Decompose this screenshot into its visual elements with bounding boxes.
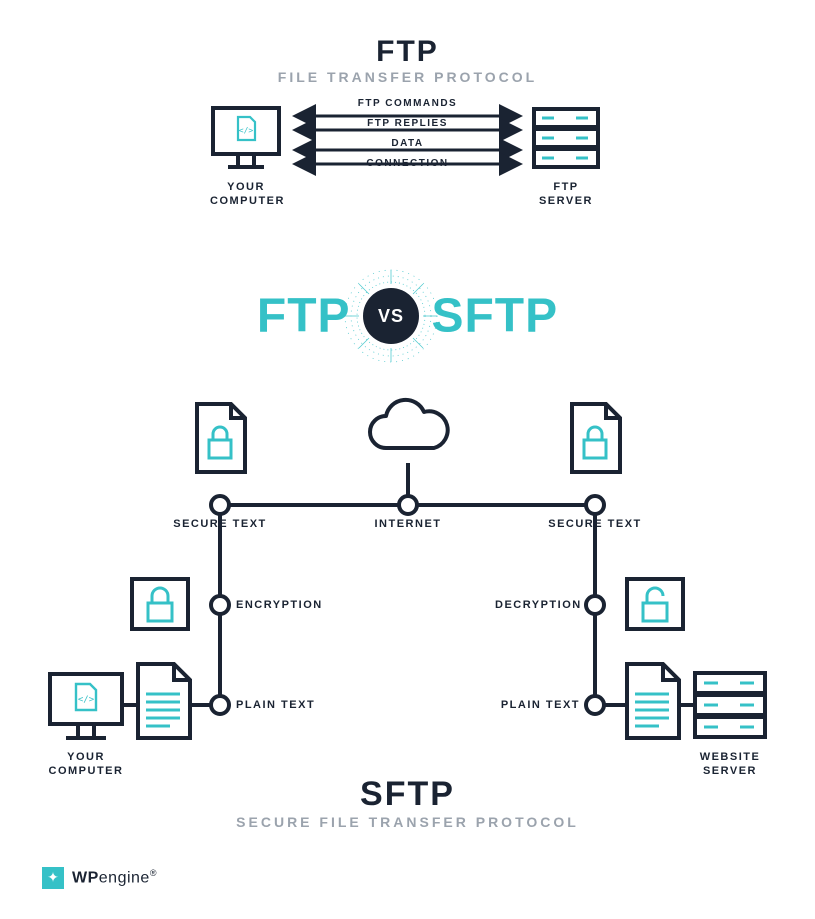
internet-label: INTERNET bbox=[358, 517, 458, 532]
plain-right-label: PLAIN TEXT bbox=[495, 698, 580, 713]
vs-left: FTP bbox=[257, 290, 351, 343]
encryption-label: ENCRYPTION bbox=[236, 598, 323, 613]
ftp-title: FTP bbox=[0, 35, 815, 69]
ftp-subtitle: FILE TRANSFER PROTOCOL bbox=[0, 69, 815, 85]
sftp-subtitle: SECURE FILE TRANSFER PROTOCOL bbox=[0, 814, 815, 830]
wpengine-wordmark: WPengine® bbox=[72, 868, 157, 887]
computer-icon: </> bbox=[46, 670, 126, 744]
encryption-lock-icon bbox=[128, 575, 192, 638]
secure-doc-left-icon bbox=[189, 400, 251, 483]
ftp-right-label-2: SERVER bbox=[530, 194, 602, 209]
vs-circle: VS bbox=[363, 288, 419, 344]
footer-logo: WPengine® bbox=[42, 867, 157, 889]
wpengine-glyph-icon bbox=[42, 867, 64, 889]
brand-rest: engine bbox=[99, 870, 150, 887]
svg-text:</>: </> bbox=[78, 695, 95, 705]
server-icon bbox=[530, 105, 602, 173]
brand-reg: ® bbox=[150, 868, 157, 878]
decryption-lock-icon bbox=[623, 575, 687, 638]
ftp-computer: </> bbox=[210, 105, 282, 178]
secure-doc-right-icon bbox=[564, 400, 626, 483]
plaintext-right-icon bbox=[619, 660, 685, 749]
server-icon bbox=[690, 668, 770, 744]
plaintext-left-icon bbox=[130, 660, 196, 749]
secure-right-label: SECURE TEXT bbox=[545, 517, 645, 532]
svg-text:</>: </> bbox=[239, 126, 254, 135]
cloud-icon bbox=[358, 400, 458, 467]
plain-left-label: PLAIN TEXT bbox=[236, 698, 315, 713]
vs-row: FTP VS SFTP bbox=[0, 288, 815, 344]
sftp-server bbox=[690, 668, 770, 749]
secure-left-label: SECURE TEXT bbox=[170, 517, 270, 532]
sftp-title-block: SFTP SECURE FILE TRANSFER PROTOCOL bbox=[0, 775, 815, 830]
sftp-title: SFTP bbox=[0, 775, 815, 814]
vs-badge: VS bbox=[363, 288, 419, 344]
ftp-server bbox=[530, 105, 602, 178]
ftp-left-label-2: COMPUTER bbox=[210, 194, 282, 209]
vs-right: SFTP bbox=[431, 290, 558, 343]
arrow-label-replies: FTP REPLIES bbox=[290, 118, 525, 129]
arrow-label-conn: CONNECTION bbox=[290, 158, 525, 169]
sftp-computer: </> bbox=[46, 670, 126, 749]
ftp-title-block: FTP FILE TRANSFER PROTOCOL bbox=[0, 35, 815, 85]
brand-bold: WP bbox=[72, 870, 99, 887]
decryption-label: DECRYPTION bbox=[495, 598, 580, 613]
computer-icon: </> bbox=[210, 105, 282, 173]
arrow-label-commands: FTP COMMANDS bbox=[290, 98, 525, 109]
arrow-label-data: DATA bbox=[290, 138, 525, 149]
